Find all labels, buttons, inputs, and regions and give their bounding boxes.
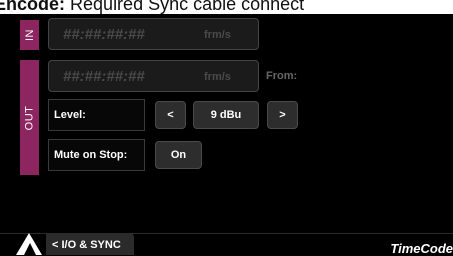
back-io-sync-button[interactable]: < I/O & SYNC: [46, 233, 134, 255]
from-label: From:: [266, 70, 298, 82]
in-timecode-field: ##:##:##:## frm/s: [48, 18, 259, 50]
level-value[interactable]: 9 dBu: [193, 101, 259, 129]
in-timecode: ##:##:##:##: [63, 26, 145, 43]
out-timecode-field: ##:##:##:## frm/s: [48, 60, 259, 92]
triangle-inner: [24, 243, 36, 255]
out-tag-label: OUT: [23, 105, 36, 130]
mute-on-stop-toggle[interactable]: On: [155, 141, 202, 169]
mute-on-stop-label: Mute on Stop:: [48, 139, 145, 171]
level-label: Level:: [48, 99, 145, 131]
out-tag: OUT: [20, 60, 39, 175]
in-tag-label: IN: [23, 29, 36, 41]
banner-text: Encode: Required Sync cable connect: [0, 0, 304, 14]
out-timecode: ##:##:##:##: [63, 68, 145, 85]
page-title: TimeCode: [390, 241, 453, 256]
banner-bold: Encode:: [0, 0, 66, 14]
level-increment-button[interactable]: >: [267, 101, 298, 129]
level-decrement-button[interactable]: <: [155, 101, 186, 129]
status-banner: Encode: Required Sync cable connect: [0, 0, 453, 14]
in-tag: IN: [20, 20, 39, 50]
in-unit: frm/s: [204, 29, 231, 41]
banner-message: Required Sync cable connect: [70, 0, 305, 14]
out-unit: frm/s: [204, 71, 231, 83]
